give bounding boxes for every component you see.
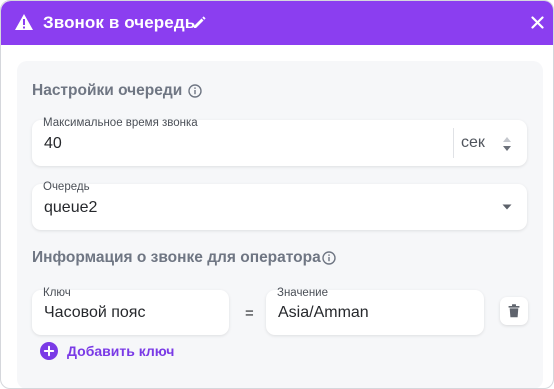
dialog-title: Звонок в очередь	[43, 13, 196, 32]
increment-arrow-icon[interactable]	[502, 135, 512, 143]
key-label: Ключ	[43, 287, 71, 299]
queue-label: Очередь	[43, 181, 90, 193]
close-icon[interactable]	[531, 16, 544, 29]
plus-circle-icon	[40, 342, 58, 360]
delete-key-button[interactable]	[500, 297, 528, 325]
unit-divider	[453, 128, 454, 158]
equals-sign: =	[245, 305, 254, 322]
queue-select-field[interactable]: Очередь queue2	[32, 181, 527, 230]
unit-label: сек	[461, 134, 485, 151]
trash-icon	[508, 304, 520, 318]
value-input[interactable]: Asia/Amman	[278, 304, 369, 322]
max-call-time-input[interactable]: 40	[44, 135, 62, 153]
decrement-arrow-icon[interactable]	[502, 145, 512, 153]
max-call-time-label: Максимальное время звонка	[43, 117, 198, 129]
call-queue-dialog: Звонок в очередь Настройки очереди Макси…	[0, 0, 554, 389]
key-input[interactable]: Часовой пояс	[44, 304, 145, 322]
pencil-icon[interactable]	[193, 16, 206, 29]
key-field[interactable]: Ключ Часовой пояс	[32, 287, 229, 335]
chevron-down-icon[interactable]	[502, 204, 512, 210]
dialog-header: Звонок в очередь	[1, 1, 553, 45]
queue-settings-heading: Настройки очереди	[32, 82, 183, 99]
queue-select-value[interactable]: queue2	[44, 199, 97, 217]
value-label: Значение	[277, 287, 328, 299]
add-key-label: Добавить ключ	[67, 343, 175, 359]
max-call-time-field[interactable]: Максимальное время звонка 40 сек	[32, 117, 527, 166]
value-field[interactable]: Значение Asia/Amman	[266, 287, 484, 335]
info-icon[interactable]	[322, 251, 336, 265]
call-info-heading: Информация о звонке для оператора	[32, 249, 321, 266]
settings-panel: Настройки очереди Максимальное время зво…	[17, 61, 543, 388]
info-icon[interactable]	[188, 84, 202, 98]
warning-triangle-icon	[15, 14, 33, 30]
